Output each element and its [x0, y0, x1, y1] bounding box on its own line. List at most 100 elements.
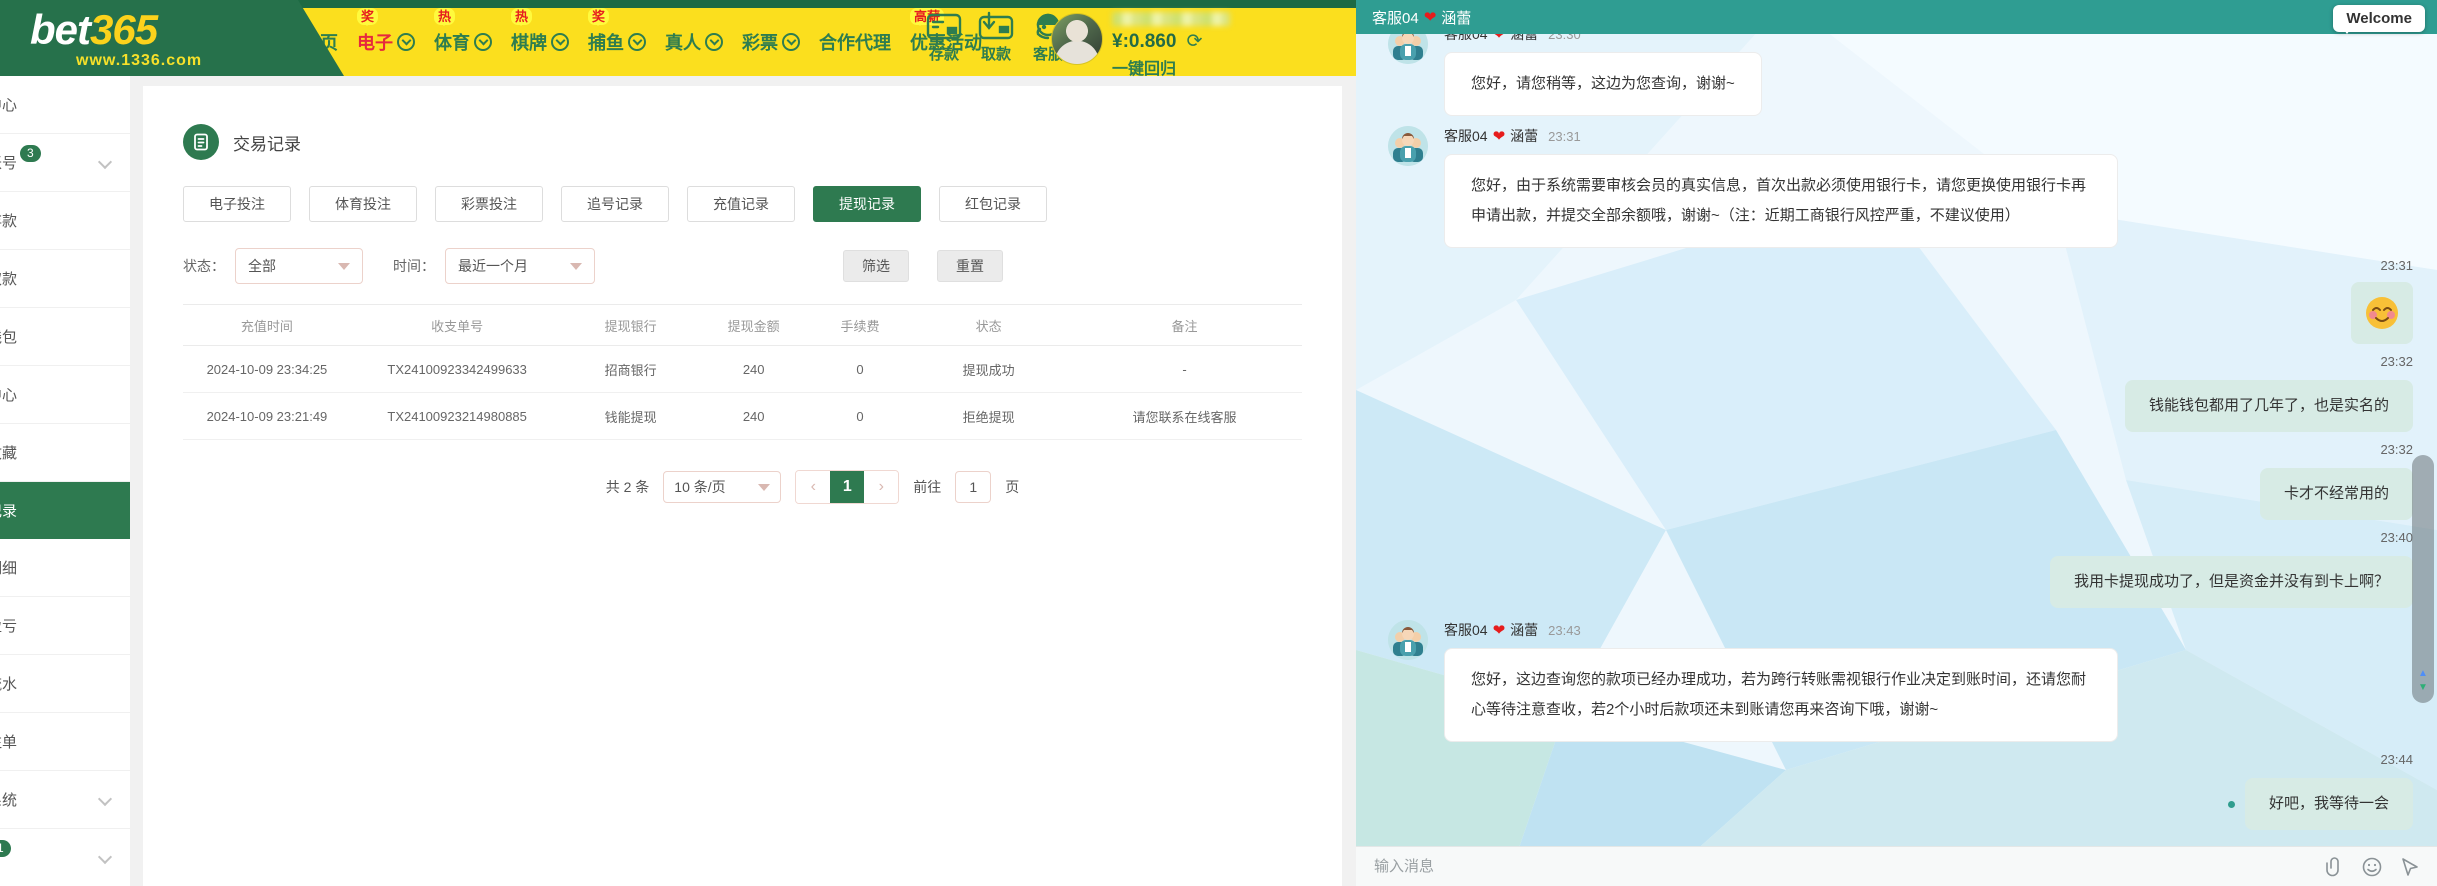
heart-icon: ❤: [1493, 127, 1506, 145]
message-input[interactable]: [1372, 857, 2307, 876]
nav-item-sports[interactable]: 热 体育: [434, 29, 492, 55]
agent-name: 客服04: [1372, 7, 1419, 28]
message-time: 23:32: [2380, 354, 2413, 372]
transaction-records-card: 交易记录 电子投注 体育投注 彩票投注 追号记录 充值记录 提现记录 红包记录 …: [143, 86, 1342, 886]
pagination: 共 2 条 10 条/页 ‹ 1 › 前往 页: [253, 470, 1372, 504]
agent-message: 客服04❤涵蕾23:31 您好，由于系统需要审核会员的真实信息，首次出款必须使用…: [1388, 126, 2413, 248]
sidebar-item-details[interactable]: 明细: [0, 539, 130, 597]
deposit-button[interactable]: 存款: [922, 11, 966, 64]
send-cursor-icon[interactable]: [2399, 856, 2421, 878]
message-time: 23:43: [1548, 623, 1581, 638]
balance-amount: ¥:0.860: [1112, 31, 1176, 53]
nav-item-slots[interactable]: 奖 电子: [357, 29, 415, 55]
reset-button[interactable]: 重置: [937, 250, 1003, 282]
welcome-button[interactable]: Welcome: [2333, 5, 2425, 32]
status-badge: 提现成功: [910, 346, 1067, 393]
nav-item-fishing[interactable]: 奖 捕鱼: [588, 29, 646, 55]
withdraw-button[interactable]: 取款: [974, 11, 1018, 64]
message-time: 23:32: [2380, 442, 2413, 460]
heart-icon: ❤: [1493, 621, 1506, 639]
filter-button[interactable]: 筛选: [843, 250, 909, 282]
tab-electronic-bets[interactable]: 电子投注: [183, 186, 291, 222]
tab-deposit-records[interactable]: 充值记录: [687, 186, 795, 222]
sidebar-item-turnover[interactable]: 流水: [0, 655, 130, 713]
sidebar-item-wallet[interactable]: 钱包: [0, 308, 130, 366]
tab-redpacket-records[interactable]: 红包记录: [939, 186, 1047, 222]
site-logo[interactable]: bet365 www.1336.com: [0, 0, 344, 76]
caret-down-icon: [570, 263, 582, 276]
chat-message-area[interactable]: 客服04❤涵蕾23:30 您好，请您稍等，这边为您查询，谢谢~ 客服04❤涵蕾2…: [1356, 34, 2437, 846]
sidebar-item-system[interactable]: 系统: [0, 771, 130, 829]
caret-down-icon: [758, 484, 770, 497]
user-message: 23:40 我用卡提现成功了，但是资金并没有到卡上啊？: [1388, 530, 2413, 608]
agent-message: 客服04❤涵蕾23:43 您好，这边查询您的款项已经办理成功，若为跨行转账需视银…: [1388, 620, 2413, 742]
chevron-down-icon: [397, 33, 415, 51]
current-page[interactable]: 1: [830, 471, 864, 503]
chevron-down-icon: [551, 33, 569, 51]
nav-item-live[interactable]: 真人: [665, 29, 723, 55]
scroll-up-icon[interactable]: ▲: [2418, 669, 2428, 679]
site-header: bet365 www.1336.com 首页 奖 电子 热 体育 热 棋牌 奖 …: [0, 0, 1356, 76]
sidebar-item-favorites[interactable]: 收藏: [0, 424, 130, 482]
message-bubble: 您好，这边查询您的款项已经办理成功，若为跨行转账需视银行作业决定到账时间，还请您…: [1444, 648, 2118, 742]
page-title: 交易记录: [233, 130, 301, 155]
nav-item-cards[interactable]: 热 棋牌: [511, 29, 569, 55]
prize-badge: 奖: [588, 8, 609, 25]
chat-header: 客服04 ❤ 涵蕾: [1356, 0, 2437, 34]
sidebar-item-account[interactable]: 账号3: [0, 134, 130, 192]
logo-text: bet: [30, 6, 90, 53]
col-fee: 手续费: [810, 305, 911, 346]
sidebar-item-center[interactable]: 中心: [0, 76, 130, 134]
status-badge: 拒绝提现: [910, 393, 1067, 440]
smile-blush-emoji: [2365, 296, 2399, 330]
user-avatar[interactable]: [1051, 13, 1103, 65]
one-key-return-button[interactable]: 一键回归: [1112, 55, 1230, 79]
refresh-icon[interactable]: ⟳: [1186, 30, 1202, 53]
sidebar-item-withdraw[interactable]: 取款: [0, 250, 130, 308]
scroll-widget[interactable]: ▲ ▼: [2412, 455, 2434, 703]
agent-avatar: [1388, 620, 1428, 660]
message-time: 23:44: [2380, 752, 2413, 770]
sidebar-item-records[interactable]: 记录: [0, 482, 130, 539]
next-page-button[interactable]: ›: [864, 471, 898, 503]
sidebar-item-center2[interactable]: 中心: [0, 366, 130, 424]
sidebar: 中心 账号3 存款 取款 钱包 中心 收藏 记录 明细 盈亏 流水 注单 系统 …: [0, 76, 130, 886]
caret-down-icon: [338, 263, 350, 276]
message-bubble: [2351, 282, 2413, 344]
record-tabs: 电子投注 体育投注 彩票投注 追号记录 充值记录 提现记录 红包记录: [183, 186, 1302, 222]
tab-lottery-bets[interactable]: 彩票投注: [435, 186, 543, 222]
sidebar-item-more[interactable]: 1: [0, 829, 130, 886]
nav-item-lottery[interactable]: 彩票: [742, 29, 800, 55]
col-bank: 提现银行: [563, 305, 697, 346]
prev-page-button[interactable]: ‹: [796, 471, 830, 503]
betting-site-panel: bet365 www.1336.com 首页 奖 电子 热 体育 热 棋牌 奖 …: [0, 0, 1356, 886]
count-badge: 3: [20, 145, 41, 162]
tab-sports-bets[interactable]: 体育投注: [309, 186, 417, 222]
col-order: 收支单号: [351, 305, 564, 346]
col-remark: 备注: [1067, 305, 1302, 346]
tab-chase-records[interactable]: 追号记录: [561, 186, 669, 222]
tab-withdraw-records[interactable]: 提现记录: [813, 186, 921, 222]
user-message: 23:31: [1388, 258, 2413, 344]
col-amount: 提现金额: [698, 305, 810, 346]
goto-page-input[interactable]: [955, 471, 991, 503]
paperclip-icon[interactable]: [2323, 856, 2345, 878]
sidebar-item-bets[interactable]: 注单: [0, 713, 130, 771]
logo-url: www.1336.com: [76, 52, 344, 70]
heart-icon: ❤: [1493, 34, 1506, 43]
chevron-down-icon: [705, 33, 723, 51]
sidebar-item-profitloss[interactable]: 盈亏: [0, 597, 130, 655]
status-filter-label: 状态：: [183, 256, 225, 276]
sidebar-item-deposit[interactable]: 存款: [0, 192, 130, 250]
hot-badge: 热: [511, 8, 532, 25]
withdraw-card-icon: [978, 11, 1014, 43]
chevron-down-icon: [98, 792, 112, 806]
nav-item-agent[interactable]: 合作代理: [819, 29, 891, 55]
smiley-icon[interactable]: [2361, 856, 2383, 878]
scroll-down-icon[interactable]: ▼: [2418, 683, 2428, 693]
status-select[interactable]: 全部: [235, 248, 363, 284]
col-time: 充值时间: [183, 305, 351, 346]
time-select[interactable]: 最近一个月: [445, 248, 595, 284]
quick-actions: 存款 取款 客服: [922, 11, 1070, 64]
page-size-select[interactable]: 10 条/页: [663, 471, 781, 503]
